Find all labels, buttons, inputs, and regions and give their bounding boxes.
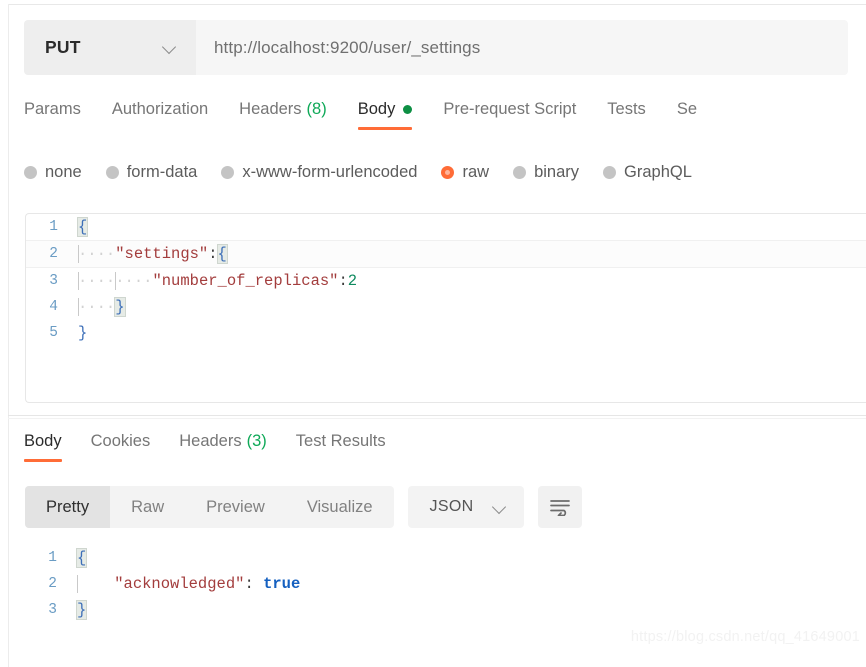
tab-settings-label: Se xyxy=(676,100,697,118)
line-number: 1 xyxy=(49,219,58,235)
pane-divider[interactable] xyxy=(8,415,866,416)
line-number: 5 xyxy=(49,325,58,341)
radio-icon xyxy=(603,166,617,179)
pane-divider-shadow xyxy=(8,418,866,419)
body-type-x-www-form-urlencoded[interactable]: x-www-form-urlencoded xyxy=(221,163,417,182)
code-line: 1 { xyxy=(25,545,866,571)
body-type-raw[interactable]: raw xyxy=(441,163,489,182)
radio-selected-icon xyxy=(441,166,455,179)
response-tab-body[interactable]: Body xyxy=(24,432,62,462)
watermark: https://blog.csdn.net/qq_41649001 xyxy=(630,629,860,645)
code-line: 2 ····"settings":{ xyxy=(26,240,866,268)
tab-authorization[interactable]: Authorization xyxy=(112,100,208,130)
request-url-row: PUT http://localhost:9200/user/_settings xyxy=(24,20,848,75)
tab-headers-label: Headers xyxy=(239,100,302,118)
http-method-label: PUT xyxy=(45,37,81,57)
left-divider xyxy=(8,4,9,667)
response-tab-cookies[interactable]: Cookies xyxy=(91,432,151,462)
tab-headers-count: (8) xyxy=(306,100,327,118)
view-mode-pretty[interactable]: Pretty xyxy=(25,486,111,528)
code-text: { xyxy=(75,548,88,568)
body-type-binary-label: binary xyxy=(534,163,580,181)
line-number: 4 xyxy=(49,299,58,315)
tab-pre-request-script[interactable]: Pre-request Script xyxy=(443,100,576,130)
response-view-toolbar: Pretty Raw Preview Visualize JSON xyxy=(25,486,583,528)
body-type-none[interactable]: none xyxy=(24,163,82,182)
body-type-x-www-form-urlencoded-label: x-www-form-urlencoded xyxy=(242,163,418,181)
line-number: 1 xyxy=(48,550,57,566)
tab-params[interactable]: Params xyxy=(24,100,81,130)
view-mode-raw-label: Raw xyxy=(131,497,165,516)
body-type-radio-group: none form-data x-www-form-urlencoded raw… xyxy=(24,163,692,182)
body-type-graphql[interactable]: GraphQL xyxy=(603,163,692,182)
response-tab-body-label: Body xyxy=(24,432,62,450)
tab-tests[interactable]: Tests xyxy=(607,100,646,130)
body-type-binary[interactable]: binary xyxy=(513,163,579,182)
code-line: 4 ····} xyxy=(26,294,866,320)
response-format-select[interactable]: JSON xyxy=(407,486,525,528)
code-text: "acknowledged": true xyxy=(77,575,300,593)
code-line: 5 } xyxy=(26,320,866,346)
request-tabs: Params Authorization Headers (8) Body Pr… xyxy=(24,100,697,142)
tab-params-label: Params xyxy=(24,100,81,118)
top-divider xyxy=(8,4,866,5)
wrap-lines-button[interactable] xyxy=(538,486,583,528)
body-type-graphql-label: GraphQL xyxy=(624,163,692,181)
line-number: 3 xyxy=(49,273,58,289)
body-type-none-label: none xyxy=(45,163,82,181)
tab-tests-label: Tests xyxy=(607,100,646,118)
http-method-select[interactable]: PUT xyxy=(24,20,196,75)
code-text: ····} xyxy=(78,297,126,317)
chevron-down-icon xyxy=(163,40,178,55)
code-text: ···· ····"number_of_replicas":2 xyxy=(78,272,358,290)
view-mode-preview[interactable]: Preview xyxy=(185,486,286,528)
code-text: ····"settings":{ xyxy=(78,244,228,264)
view-mode-pretty-label: Pretty xyxy=(46,497,90,516)
radio-icon xyxy=(24,166,37,179)
radio-icon xyxy=(513,166,527,179)
request-url-text: http://localhost:9200/user/_settings xyxy=(214,37,481,57)
radio-icon xyxy=(105,166,119,179)
code-line: 3 } xyxy=(25,597,866,623)
code-text: } xyxy=(75,600,88,620)
request-body-editor[interactable]: 1 { 2 ····"settings":{ 3 ···· ····"number… xyxy=(25,213,866,403)
code-line: 3 ···· ····"number_of_replicas":2 xyxy=(26,268,866,294)
line-number: 3 xyxy=(48,602,57,618)
response-tab-headers-label: Headers xyxy=(179,432,242,450)
tab-body-label: Body xyxy=(357,100,396,118)
line-number: 2 xyxy=(48,576,57,592)
response-tab-headers[interactable]: Headers (3) xyxy=(179,432,267,462)
body-type-form-data[interactable]: form-data xyxy=(105,163,198,182)
tab-authorization-label: Authorization xyxy=(111,100,209,118)
code-text: } xyxy=(78,324,88,342)
tab-headers[interactable]: Headers (8) xyxy=(239,100,327,130)
view-mode-visualize[interactable]: Visualize xyxy=(286,486,394,528)
tab-body[interactable]: Body xyxy=(357,100,413,130)
code-line: 2 "acknowledged": true xyxy=(25,571,866,597)
radio-icon xyxy=(221,166,235,179)
body-modified-dot-icon xyxy=(403,105,413,114)
tab-settings[interactable]: Se xyxy=(677,100,697,130)
response-tabs: Body Cookies Headers (3) Test Results xyxy=(24,432,415,462)
request-url-input[interactable]: http://localhost:9200/user/_settings xyxy=(196,20,848,75)
code-line: 1 { xyxy=(26,214,866,240)
line-number: 2 xyxy=(49,246,58,262)
response-tab-test-results-label: Test Results xyxy=(295,432,386,450)
response-tab-cookies-label: Cookies xyxy=(90,432,151,450)
code-text: { xyxy=(76,217,89,237)
tab-pre-request-script-label: Pre-request Script xyxy=(443,100,577,118)
response-tab-test-results[interactable]: Test Results xyxy=(296,432,386,462)
wrap-lines-icon xyxy=(550,500,571,516)
response-tab-headers-count: (3) xyxy=(246,432,267,450)
view-mode-raw[interactable]: Raw xyxy=(110,486,185,528)
chevron-down-icon xyxy=(493,500,508,515)
response-view-mode-group: Pretty Raw Preview Visualize xyxy=(25,486,394,528)
body-type-raw-label: raw xyxy=(462,163,490,181)
body-type-form-data-label: form-data xyxy=(126,163,198,181)
response-format-label: JSON xyxy=(429,498,474,515)
view-mode-visualize-label: Visualize xyxy=(306,497,373,516)
view-mode-preview-label: Preview xyxy=(206,497,265,516)
